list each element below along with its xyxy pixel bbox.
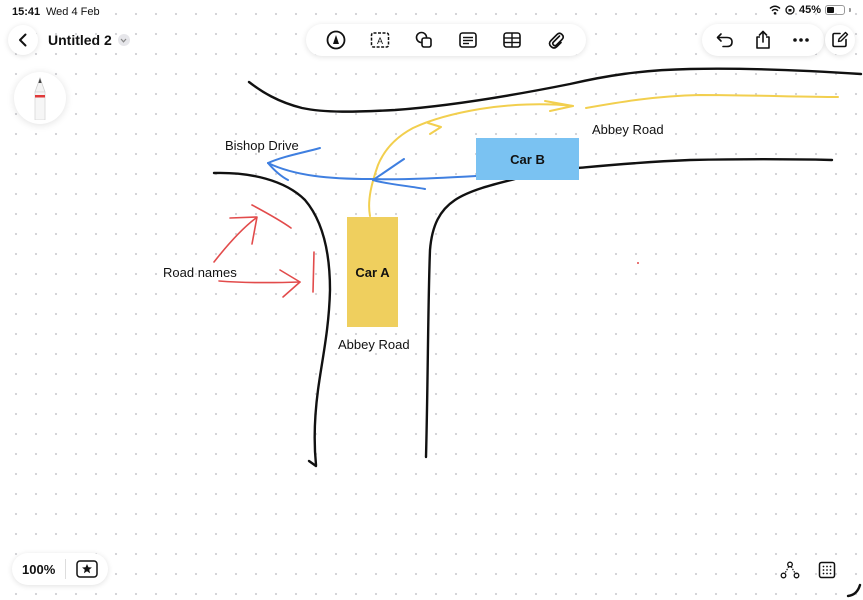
label-abbey-road-bottom[interactable]: Abbey Road [338, 337, 410, 352]
yellow-arrowhead-top [544, 100, 574, 112]
label-road-names[interactable]: Road names [163, 265, 237, 280]
road-right-bottom-edge [576, 158, 834, 170]
label-abbey-road-top[interactable]: Abbey Road [592, 122, 664, 137]
connector-nodes-icon [780, 561, 800, 579]
road-junction-right-curve [424, 177, 517, 459]
red-arrow-upper-mark [251, 204, 292, 229]
car-b-label: Car B [510, 151, 545, 167]
grid-button[interactable] [813, 556, 841, 584]
favorite-star-icon[interactable] [76, 560, 98, 578]
zoom-control: 100% [12, 553, 109, 585]
car-a-block[interactable]: Car A [347, 217, 398, 327]
drawing-canvas[interactable] [0, 0, 863, 600]
blue-arrow-fork [372, 158, 405, 181]
red-arrow-lower-shaft [218, 280, 301, 284]
zoom-level[interactable]: 100% [22, 562, 55, 577]
yellow-path-right [585, 94, 839, 109]
corner-mark-bottom-right [846, 583, 862, 598]
yellow-arrowhead-left [427, 122, 442, 135]
car-b-block[interactable]: Car B [476, 138, 579, 180]
red-arrow-upper-shaft [213, 217, 257, 263]
label-bishop-drive[interactable]: Bishop Drive [225, 138, 299, 153]
zoom-divider [65, 559, 67, 579]
blue-arrow-fork-lower [372, 179, 426, 190]
red-dot [637, 262, 639, 264]
grid-icon [818, 561, 836, 579]
red-arrow-lower-head [279, 269, 301, 298]
red-arrow-tick [312, 251, 315, 293]
blue-path-bishop [267, 162, 477, 181]
blue-arrowhead-left-lower [267, 162, 289, 181]
car-a-label: Car A [355, 264, 390, 280]
connector-button[interactable] [776, 556, 804, 584]
